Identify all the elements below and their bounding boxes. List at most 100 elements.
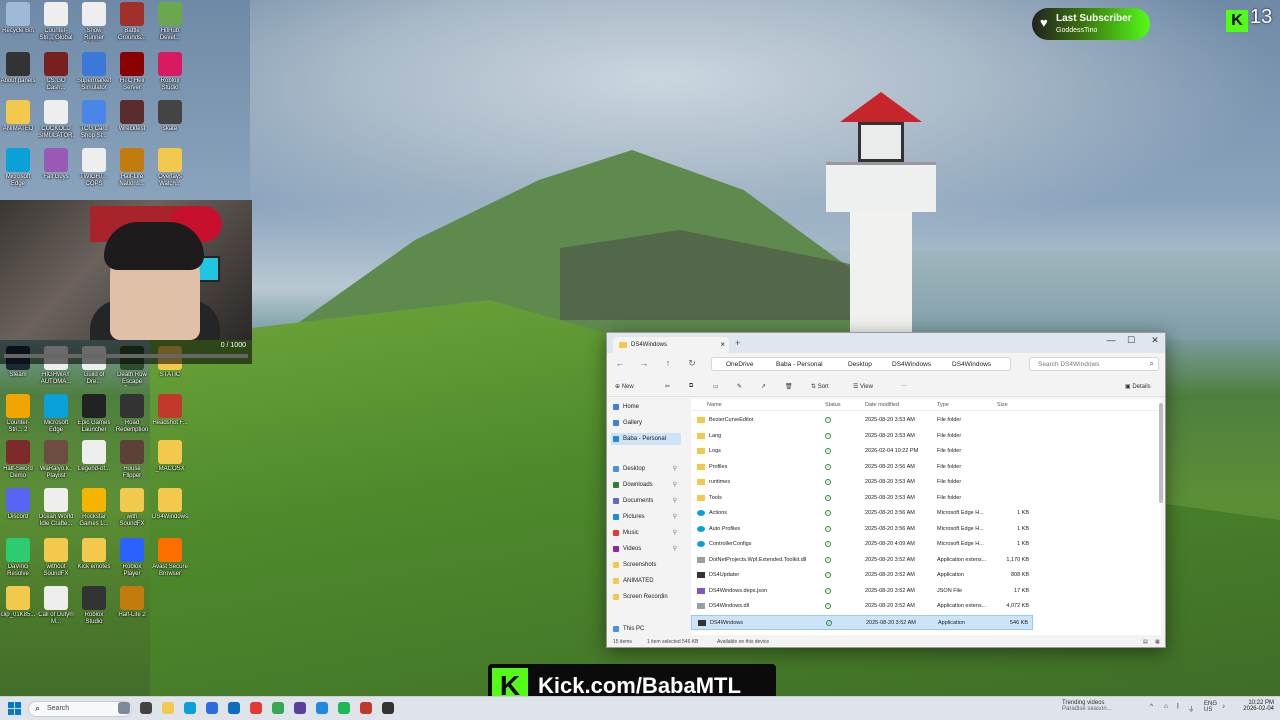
desktop-icon[interactable]: Battle Grounds... bbox=[114, 2, 150, 42]
desktop-icon[interactable]: Ocean World Idle Crafte... bbox=[38, 488, 74, 528]
file-row[interactable]: ✓ DS4Updater 2025-08-20 3:52 AM Application… bbox=[691, 568, 1033, 583]
more-options-button[interactable]: ··· bbox=[901, 383, 907, 389]
desktop-icon[interactable]: Road Redemption bbox=[114, 394, 150, 434]
desktop-icon[interactable]: HitHub Devel... bbox=[152, 2, 188, 42]
tiles-view-icon[interactable]: ▦ bbox=[1155, 639, 1160, 645]
minimize-button[interactable]: — bbox=[1101, 335, 1121, 345]
desktop-icon[interactable]: Supermarket Simulator bbox=[76, 52, 112, 92]
desktop-icon[interactable]: Roblox Player bbox=[114, 538, 150, 578]
network-icon[interactable]: ⌂ bbox=[1164, 703, 1168, 710]
share-icon[interactable]: ↗ bbox=[761, 383, 766, 390]
taskbar-search[interactable]: ⌕ Search bbox=[28, 701, 132, 717]
desktop-icon[interactable]: CUCKOLD SIMULATOR... bbox=[38, 100, 74, 140]
desktop-icon[interactable]: Recycle Bin bbox=[0, 2, 36, 42]
nav-item-pictures[interactable]: Pictures ⚲ bbox=[611, 511, 681, 523]
desktop-icon[interactable]: House Flipper bbox=[114, 440, 150, 480]
file-row[interactable]: ✓ Actions 2025-08-20 3:56 AM Microsoft Edge… bbox=[691, 506, 1033, 521]
desktop-icon[interactable]: Legend-of... bbox=[76, 440, 112, 480]
tab-close-button[interactable]: × bbox=[720, 340, 725, 349]
breadcrumb[interactable]: OneDrive Baba - Personal Desktop DS4Wind… bbox=[711, 357, 1011, 371]
nav-item-desktop[interactable]: Desktop ⚲ bbox=[611, 463, 681, 475]
desktop-icon[interactable]: Headshot F... bbox=[152, 394, 188, 434]
search-input[interactable]: Search DS4Windows ⌕ bbox=[1029, 357, 1159, 371]
start-button[interactable] bbox=[8, 702, 22, 716]
desktop-icon[interactable]: WaRaiyo.k.. Playlist bbox=[38, 440, 74, 480]
new-tab-button[interactable]: + bbox=[735, 338, 740, 348]
file-explorer-window[interactable]: DS4Windows × + — ☐ ✕ ← → ↑ ↻ OneDrive Ba… bbox=[606, 332, 1166, 648]
file-row[interactable]: ✓ DS4Windows 2025-08-20 3:52 AM Application… bbox=[691, 614, 1033, 630]
desktop-icon[interactable]: TWIGHT... COPS bbox=[76, 148, 112, 188]
vpn-icon[interactable] bbox=[316, 702, 328, 714]
file-row[interactable]: ✓ DS4Windows.deps.json 2025-08-20 3:52 AM J… bbox=[691, 584, 1033, 599]
bluetooth-icon[interactable]: ᛒ bbox=[1176, 703, 1180, 710]
nav-item-this-pc[interactable]: This PC bbox=[611, 623, 681, 635]
file-explorer-icon[interactable] bbox=[162, 702, 174, 714]
chrome-icon[interactable] bbox=[272, 702, 284, 714]
file-row[interactable]: ✓ DotNetProjects.Wpf.Extended.Toolkit.dll… bbox=[691, 553, 1033, 568]
desktop-icon[interactable]: Roblox Studio bbox=[76, 586, 112, 626]
tab-ds4windows[interactable]: DS4Windows × bbox=[613, 337, 729, 353]
nav-item-videos[interactable]: Videos ⚲ bbox=[611, 543, 681, 555]
desktop-icon[interactable]: Rockstar Games L... bbox=[76, 488, 112, 528]
nav-item-home[interactable]: Home bbox=[611, 401, 681, 413]
nav-item-downloads[interactable]: Downloads ⚲ bbox=[611, 479, 681, 491]
desktop-icon[interactable]: Counter-Stri... 2 bbox=[0, 394, 36, 434]
file-row[interactable]: ✓ Profiles 2025-08-20 3:56 AM File folder bbox=[691, 460, 1033, 475]
desktop-icon[interactable]: CS:GO Cash... bbox=[38, 52, 74, 92]
nav-item-animated[interactable]: ANIMATED bbox=[611, 575, 681, 587]
desktop-icon[interactable]: Discord bbox=[0, 488, 36, 528]
cut-icon[interactable]: ✂ bbox=[665, 383, 670, 390]
column-type[interactable]: Type bbox=[937, 402, 949, 408]
store-icon[interactable] bbox=[206, 702, 218, 714]
desktop-icon[interactable]: skate bbox=[152, 100, 188, 140]
up-button[interactable]: ↑ bbox=[661, 358, 675, 368]
desktop-icon[interactable]: Epic Games Launcher bbox=[76, 394, 112, 434]
desktop-icon[interactable]: Call of Duty® M... bbox=[38, 586, 74, 626]
volume-icon[interactable]: ♪ bbox=[1222, 703, 1225, 710]
details-view-icon[interactable]: ▤ bbox=[1143, 639, 1148, 645]
column-size[interactable]: Size bbox=[997, 402, 1008, 408]
desktop-icon[interactable]: Half-Life 2 bbox=[114, 586, 150, 626]
davinci-icon[interactable] bbox=[360, 702, 372, 714]
app-12-icon[interactable] bbox=[382, 702, 394, 714]
nav-item-screen-recordin[interactable]: Screen Recordin bbox=[611, 591, 681, 603]
nav-item-gallery[interactable]: Gallery bbox=[611, 417, 681, 429]
desktop-icon[interactable]: Half-Life Nations... bbox=[114, 148, 150, 188]
file-row[interactable]: ✓ Tools 2025-08-20 3:53 AM File folder bbox=[691, 491, 1033, 506]
desktop-icon[interactable]: clip_01K85... bbox=[0, 586, 36, 626]
desktop-icon[interactable]: Wreckfest bbox=[114, 100, 150, 140]
nav-item-documents[interactable]: Documents ⚲ bbox=[611, 495, 681, 507]
edge-icon[interactable] bbox=[184, 702, 196, 714]
desktop-icon[interactable]: Avast Secure Browser bbox=[152, 538, 188, 578]
breadcrumb-desktop[interactable]: Desktop bbox=[848, 361, 872, 368]
nav-item-screenshots[interactable]: Screenshots bbox=[611, 559, 681, 571]
news-widget[interactable]: Trending videos Paradise season... bbox=[1062, 700, 1112, 712]
paste-icon[interactable]: ▭ bbox=[713, 383, 719, 390]
file-row[interactable]: ✓ Lang 2025-08-20 3:53 AM File folder bbox=[691, 429, 1033, 444]
breadcrumb-ds4windows-parent[interactable]: DS4Windows bbox=[892, 361, 931, 368]
desktop-icon[interactable]: Counter-Stri... Global Offe... bbox=[38, 2, 74, 42]
back-button[interactable]: ← bbox=[613, 358, 627, 368]
desktop-icon[interactable]: HTC Heli Server bbox=[114, 52, 150, 92]
desktop-icon[interactable]: Overlays Watch... bbox=[152, 148, 188, 188]
title-bar[interactable]: DS4Windows × + — ☐ ✕ bbox=[607, 333, 1165, 353]
sort-button[interactable]: ⇅ Sort bbox=[811, 383, 829, 390]
desktop-icon[interactable]: _MACOSX bbox=[152, 440, 188, 480]
mail-icon[interactable] bbox=[228, 702, 240, 714]
opera-icon[interactable] bbox=[250, 702, 262, 714]
desktop-icon[interactable]: ANIMATED bbox=[0, 100, 36, 140]
obs-icon[interactable] bbox=[294, 702, 306, 714]
file-row[interactable]: ✓ Logs 2026-02-04 10:22 PM File folder bbox=[691, 444, 1033, 459]
desktop-icon[interactable]: Microsoft Edge bbox=[38, 394, 74, 434]
desktop-icon[interactable]: DaVinci Resolve bbox=[0, 538, 36, 578]
rename-icon[interactable]: ✎ bbox=[737, 383, 742, 390]
desktop-icon[interactable]: About panels bbox=[0, 52, 36, 92]
desktop-icon[interactable]: Kick emotes bbox=[76, 538, 112, 578]
nav-item-music[interactable]: Music ⚲ bbox=[611, 527, 681, 539]
clock[interactable]: 10:22 PM 2026-02-04 bbox=[1236, 700, 1274, 712]
chevron-up-icon[interactable]: ^ bbox=[1150, 703, 1153, 710]
task-view-icon[interactable] bbox=[140, 702, 152, 714]
desktop-icon[interactable]: DS4Windows bbox=[152, 488, 188, 528]
desktop-icon[interactable]: Snow Runner Rising... bbox=[76, 2, 112, 42]
forward-button[interactable]: → bbox=[637, 358, 651, 368]
